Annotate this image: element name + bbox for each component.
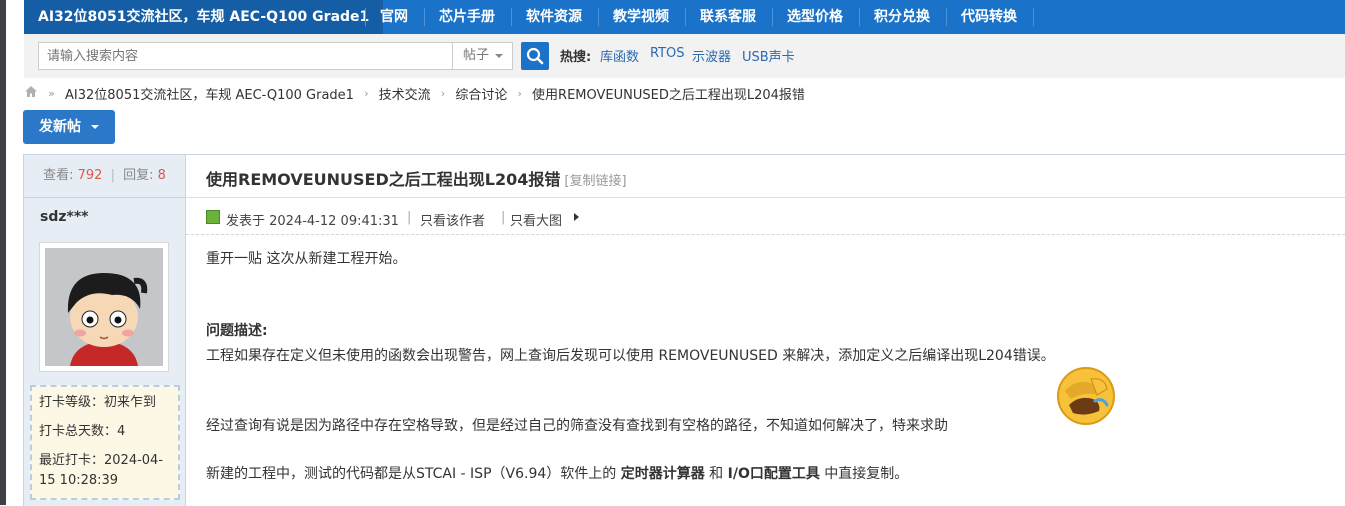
post-text: 新建的工程中，测试的代码都是从STCAI - ISP（V6.94）软件上的 <box>206 466 621 482</box>
post-line: 新建的工程中，测试的代码都是从STCAI - ISP（V6.94）软件上的 定时… <box>206 463 908 483</box>
caret-right-icon <box>574 213 579 221</box>
nav-item-support[interactable]: 联系客服 <box>700 0 756 34</box>
top-navigation: AI32位8051交流社区，车规 AEC-Q100 Grade1 官网 芯片手册… <box>24 0 1345 34</box>
checkin-total-days: 打卡总天数：4 <box>39 424 126 439</box>
left-edge-bar <box>0 0 6 505</box>
avatar[interactable] <box>39 242 169 372</box>
chevron-right-icon: › <box>364 87 369 100</box>
chevron-right-icon: › <box>517 87 522 100</box>
post-line: 工程如果存在定义但未使用的函数会出现警告，网上查询后发现可以使用 REMOVEU… <box>206 348 1055 364</box>
post-title-text: 使用REMOVEUNUSED之后工程出现L204报错 <box>206 170 561 189</box>
post-text: 和 <box>704 466 728 482</box>
search-input[interactable] <box>38 42 452 70</box>
post-heading: 问题描述: <box>206 323 268 339</box>
post-bold-text: I/O口配置工具 <box>727 466 820 482</box>
nav-divider <box>511 8 512 26</box>
views-count: 792 <box>77 168 103 183</box>
chevron-down-icon <box>91 125 99 129</box>
hot-search-item[interactable]: USB声卡 <box>742 46 795 65</box>
checkin-last: 最近打卡：2024-04-15 10:28:39 <box>39 453 164 488</box>
nav-item-points[interactable]: 积分兑换 <box>874 0 930 34</box>
checkin-info: 打卡等级：初来乍到 打卡总天数：4 最近打卡：2024-04-15 10:28:… <box>30 385 180 500</box>
search-bar: 帖子 热搜: 库函数 RTOS 示波器 USB声卡 <box>24 34 1345 78</box>
only-author-link[interactable]: 只看该作者 <box>420 210 485 229</box>
breadcrumb-current[interactable]: 使用REMOVEUNUSED之后工程出现L204报错 <box>532 84 805 103</box>
author-sidebar: 查看: 792 | 回复: 8 sdz*** 打卡等级：初来乍到 打卡总天数：4… <box>23 155 186 506</box>
post-line: 经过查询有说是因为路径中存在空格导致，但是经过自己的筛查没有查找到有空格的路径，… <box>206 418 948 434</box>
chevron-down-icon <box>495 54 503 58</box>
nav-item-videos[interactable]: 教学视频 <box>613 0 669 34</box>
search-type-value: 帖子 <box>463 48 490 63</box>
nav-divider <box>859 8 860 26</box>
author-name[interactable]: sdz*** <box>40 209 88 225</box>
hot-search-item[interactable]: 库函数 <box>600 46 639 65</box>
post-stats: 查看: 792 | 回复: 8 <box>24 155 185 198</box>
post-bold-text: 定时器计算器 <box>620 466 705 482</box>
post-title: 使用REMOVEUNUSED之后工程出现L204报错 [复制链接] <box>206 166 627 190</box>
nav-item-code-convert[interactable]: 代码转换 <box>961 0 1017 34</box>
meta-divider: | <box>501 210 506 225</box>
hot-search-item[interactable]: RTOS <box>650 46 685 61</box>
meta-divider: | <box>407 210 412 225</box>
stats-divider: | <box>110 168 115 183</box>
only-images-link[interactable]: 只看大图 <box>510 210 562 229</box>
views-label: 查看: <box>43 168 74 183</box>
post-title-row: 使用REMOVEUNUSED之后工程出现L204报错 [复制链接] <box>186 155 1345 198</box>
breadcrumb-tech[interactable]: 技术交流 <box>379 84 431 103</box>
hot-search-item[interactable]: 示波器 <box>692 46 731 65</box>
post: 查看: 792 | 回复: 8 sdz*** 打卡等级：初来乍到 打卡总天数：4… <box>23 154 1345 506</box>
breadcrumb-separator: » <box>48 87 55 100</box>
replies-count: 8 <box>157 168 166 183</box>
chevron-right-icon: › <box>440 87 446 100</box>
nav-divider <box>685 8 686 26</box>
breadcrumb-forum[interactable]: AI32位8051交流社区，车规 AEC-Q100 Grade1 <box>65 84 354 103</box>
nav-divider <box>365 8 366 26</box>
nav-item-software[interactable]: 软件资源 <box>526 0 582 34</box>
post-meta: 发表于 2024-4-12 09:41:31 | 只看该作者 | 只看大图 <box>186 198 1345 235</box>
nav-item-pricing[interactable]: 选型价格 <box>787 0 843 34</box>
nav-divider <box>424 8 425 26</box>
nav-item-official[interactable]: 官网 <box>380 0 408 34</box>
facepalm-emoji-icon <box>1057 367 1115 425</box>
search-type-select[interactable]: 帖子 <box>452 42 513 70</box>
avatar-image <box>45 248 163 366</box>
new-post-button[interactable]: 发新帖 <box>23 110 115 144</box>
breadcrumb: » AI32位8051交流社区，车规 AEC-Q100 Grade1 › 技术交… <box>24 84 805 104</box>
nav-brand[interactable]: AI32位8051交流社区，车规 AEC-Q100 Grade1 <box>24 0 384 34</box>
new-post-label: 发新帖 <box>39 119 81 135</box>
replies-label: 回复: <box>123 168 154 183</box>
nav-divider <box>1033 8 1034 26</box>
breadcrumb-general[interactable]: 综合讨论 <box>455 84 507 103</box>
copy-link[interactable]: [复制链接] <box>564 174 626 189</box>
search-icon <box>526 47 544 65</box>
online-status-icon <box>206 210 220 224</box>
post-text: 中直接复制。 <box>819 466 909 482</box>
post-date: 发表于 2024-4-12 09:41:31 <box>226 214 399 229</box>
hot-search-label: 热搜: <box>560 50 592 65</box>
post-line: 重开一贴 这次从新建工程开始。 <box>206 251 407 267</box>
nav-divider <box>598 8 599 26</box>
checkin-level: 打卡等级：初来乍到 <box>39 395 157 410</box>
nav-item-datasheet[interactable]: 芯片手册 <box>439 0 495 34</box>
nav-divider <box>772 8 773 26</box>
nav-divider <box>946 8 947 26</box>
home-icon[interactable] <box>24 85 38 102</box>
post-content: 使用REMOVEUNUSED之后工程出现L204报错 [复制链接] 发表于 202… <box>186 155 1345 506</box>
search-button[interactable] <box>521 42 549 70</box>
